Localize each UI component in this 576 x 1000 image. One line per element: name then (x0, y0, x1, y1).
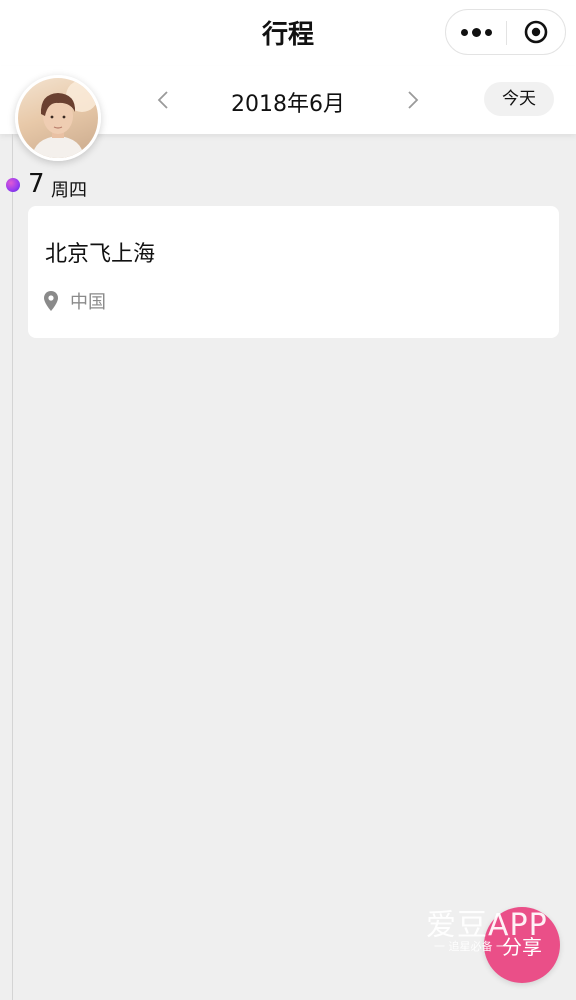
chevron-left-icon (157, 91, 168, 109)
ellipsis-icon (471, 27, 481, 37)
next-month-button[interactable] (400, 86, 426, 114)
event-card[interactable]: 北京飞上海 中国 (28, 206, 559, 338)
title-bar: 行程 (0, 0, 576, 66)
day-number: 7 (28, 169, 45, 199)
event-location: 中国 (44, 289, 106, 313)
event-location-text: 中国 (70, 292, 106, 313)
ellipsis-icon (460, 28, 468, 36)
location-pin-icon (44, 291, 58, 311)
prev-month-button[interactable] (150, 86, 176, 114)
target-circle-icon (524, 20, 548, 44)
avatar-portrait (32, 80, 98, 158)
avatar[interactable] (15, 75, 101, 161)
today-button[interactable]: 今天 (484, 82, 554, 116)
close-button[interactable] (507, 10, 565, 54)
chevron-right-icon (408, 91, 419, 109)
timeline-line (12, 134, 13, 1000)
more-button[interactable] (446, 10, 506, 54)
month-label: 2018年6月 (231, 92, 345, 117)
timeline-dot (6, 178, 20, 192)
ellipsis-icon (484, 28, 492, 36)
mini-program-capsule (445, 9, 566, 55)
event-title: 北京飞上海 (45, 242, 156, 267)
watermark: 爱豆APP 一 追星必备 一 (426, 900, 556, 960)
watermark-sub: 一 追星必备 一 (434, 940, 507, 953)
day-weekday: 周四 (51, 180, 87, 201)
